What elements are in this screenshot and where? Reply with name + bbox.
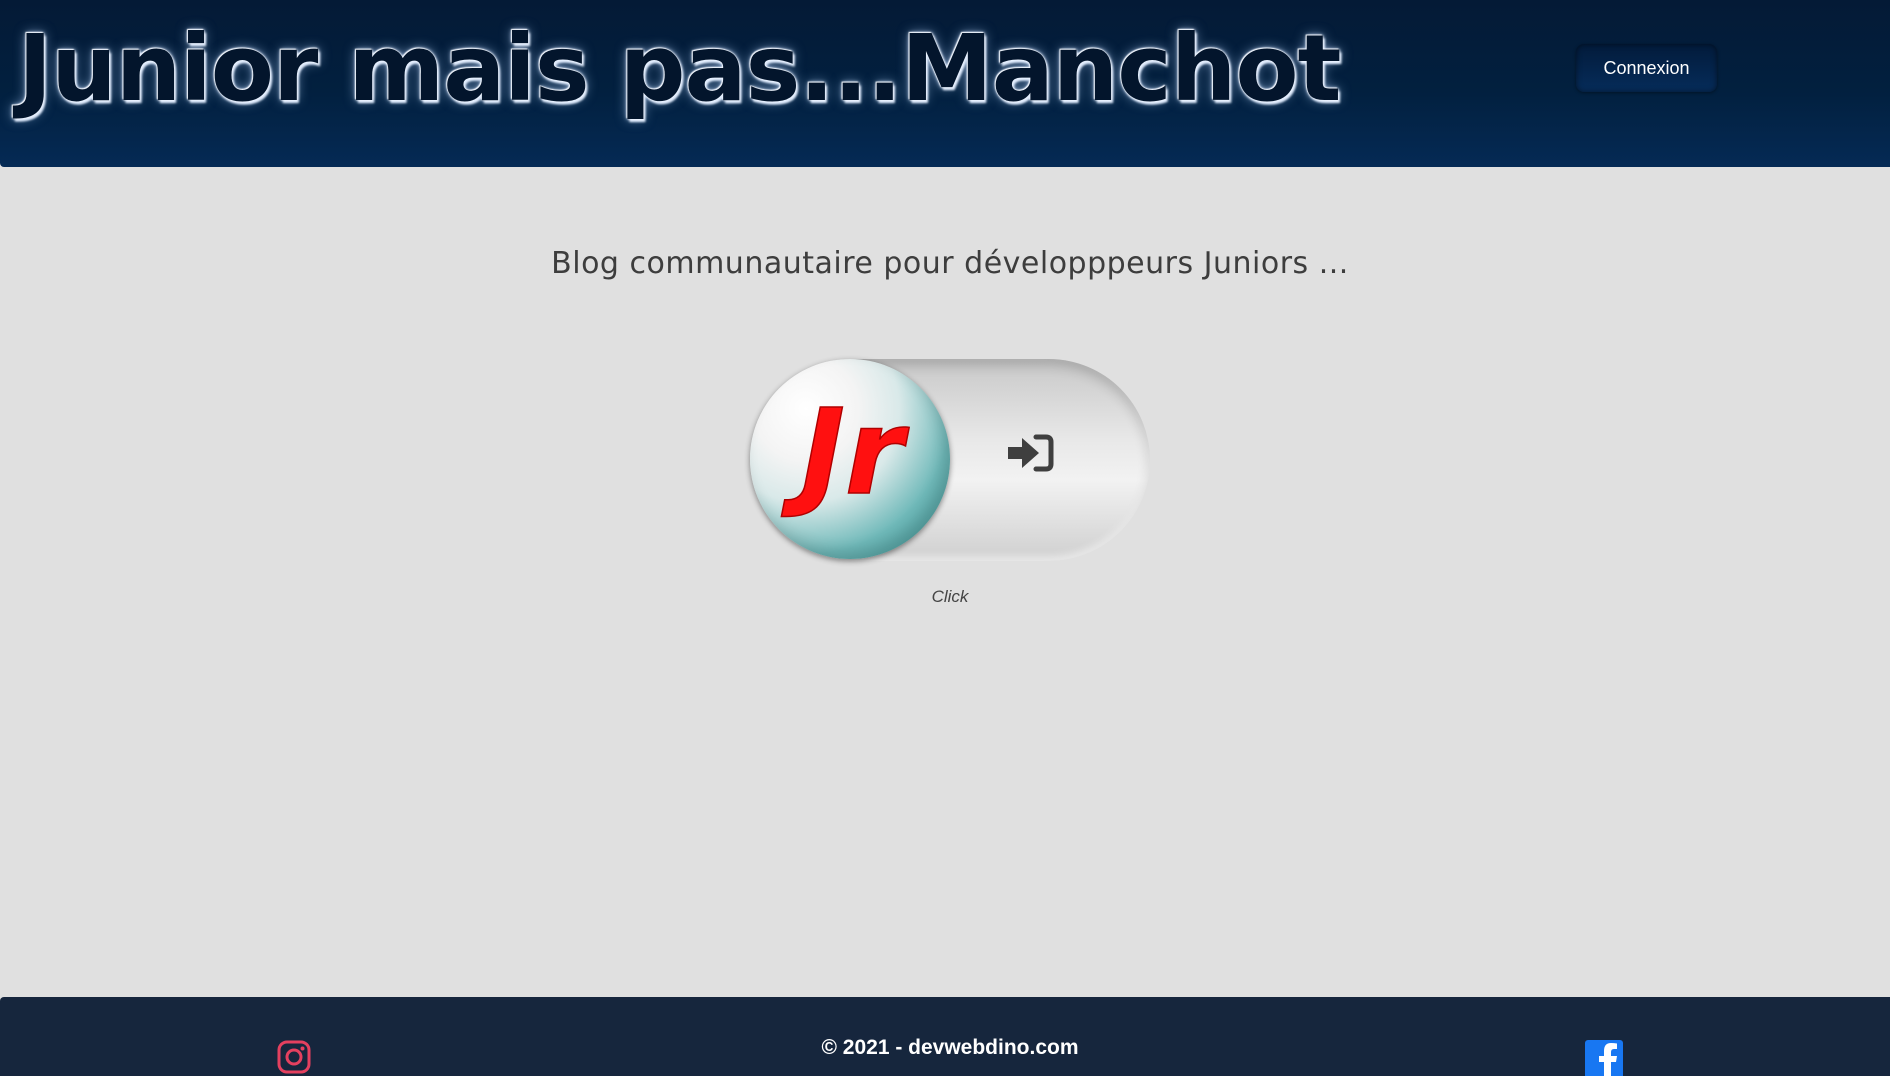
toggle-caption: Click <box>931 587 969 606</box>
jr-logo: Jr <box>780 382 910 522</box>
facebook-icon[interactable] <box>1585 1040 1623 1076</box>
login-button[interactable]: Connexion <box>1576 44 1717 92</box>
page-tagline: Blog communautaire pour développpeurs Ju… <box>551 246 1349 281</box>
sign-in-icon <box>1008 434 1054 472</box>
jr-logo-text: Jr <box>781 383 910 521</box>
jr-logo-knob[interactable]: Jr <box>750 359 950 559</box>
site-title: Junior mais pas...Manchot <box>18 15 1342 122</box>
login-toggle-switch[interactable]: Jr <box>750 359 1150 561</box>
site-footer: © 2021 - devwebdino.com <box>0 997 1890 1076</box>
site-header: Junior mais pas...Manchot Connexion <box>0 0 1890 167</box>
